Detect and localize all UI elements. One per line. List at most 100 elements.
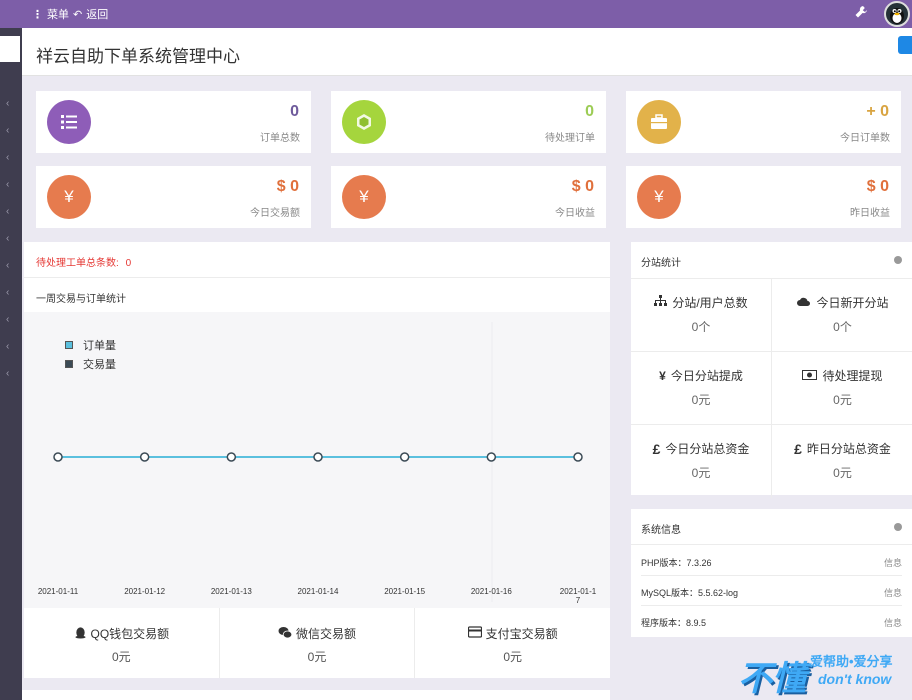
collapse-dot-icon[interactable] [894, 256, 902, 264]
data-point[interactable] [313, 452, 323, 462]
float-chat-icon[interactable] [898, 36, 912, 54]
yen-small-icon: ¥ [659, 368, 666, 383]
sidebar-chevron-icon[interactable]: ‹ [6, 368, 9, 379]
substation-value: 0元 [833, 466, 852, 480]
sidebar-chevron-icon[interactable]: ‹ [6, 125, 9, 136]
substation-label: 今日分站提成 [670, 369, 743, 383]
chart-area: 订单量 交易量 [24, 312, 610, 608]
sitemap-icon [654, 295, 668, 310]
qq-icon [74, 626, 87, 642]
pending-count: 0 [125, 258, 132, 269]
chart-title: 一周交易与订单统计 [36, 294, 126, 305]
main-panel: 待处理工单总条数: 0 一周交易与订单统计 订单量 交易量 QQ钱包交易额 0元微… [24, 242, 610, 678]
legend-swatch [65, 360, 73, 368]
stat-value: 0 [290, 103, 299, 120]
stat-label: 今日交易额 [250, 208, 300, 219]
payment-label: 支付宝交易额 [485, 627, 558, 641]
stat-card: ¥ $ 0 今日收益 [331, 166, 606, 228]
sysinfo-key: MySQL版本：5.5.62-log [641, 588, 739, 598]
sidebar-chevron-icon[interactable]: ‹ [6, 260, 9, 271]
top-bar: ⋮ 菜单 ↶ 返回 [0, 0, 912, 28]
collapse-dot-icon[interactable] [894, 523, 902, 531]
data-point[interactable] [226, 452, 237, 462]
stat-label: 昨日收益 [850, 208, 890, 219]
stat-value: $ 0 [276, 178, 299, 195]
sysinfo-info-link[interactable]: 信息 [884, 586, 902, 599]
x-tick-label: 2021-01-13 [210, 587, 252, 596]
sidebar-chevron-icon[interactable]: ‹ [6, 98, 9, 109]
payment-stat: 支付宝交易额 0元 [415, 608, 610, 678]
sidebar-chevron-icon[interactable]: ‹ [6, 287, 9, 298]
menu-button[interactable]: ⋮ 菜单 [32, 6, 69, 22]
stat-card: 0 订单总数 [36, 91, 311, 153]
stat-card: ¥ $ 0 今日交易额 [36, 166, 311, 228]
cloud-icon [796, 296, 811, 310]
stat-value: $ 0 [866, 178, 889, 195]
list-icon [47, 100, 91, 144]
payment-stat: 微信交易额 0元 [220, 608, 416, 678]
page-title: 祥云自助下单系统管理中心 [36, 47, 240, 66]
qq-penguin-avatar [890, 8, 904, 24]
substation-value: 0元 [691, 466, 711, 480]
menu-label: 菜单 [47, 9, 69, 21]
substation-stat: ¥ 今日分站提成 0元 [631, 352, 772, 425]
sidebar-search-box[interactable] [0, 36, 20, 62]
x-tick-label: 2021-01-16 [470, 587, 512, 596]
payment-stat: QQ钱包交易额 0元 [24, 608, 220, 678]
pending-label: 待处理工单总条数: [36, 258, 119, 269]
substation-value: 0个 [691, 320, 711, 334]
stat-card: ¥ $ 0 昨日收益 [626, 166, 901, 228]
page-header: 祥云自助下单系统管理中心 [22, 28, 912, 76]
sidebar-chevron-icon[interactable]: ‹ [6, 179, 9, 190]
payment-stats: QQ钱包交易额 0元 微信交易额 0元 支付宝交易额 0元 [24, 608, 610, 678]
x-tick-label: 2021-01-11 [37, 587, 79, 596]
data-point[interactable] [399, 452, 410, 462]
legend-label: 交易量 [83, 359, 116, 371]
legend-item: 订单量 [65, 337, 116, 353]
substation-stat: £ 昨日分站总资金 0元 [772, 425, 912, 498]
undo-icon: ↶ [73, 8, 83, 21]
user-avatar[interactable] [884, 1, 910, 27]
substation-label: 分站/用户总数 [672, 296, 748, 310]
data-point[interactable] [573, 452, 583, 462]
wrench-icon[interactable] [854, 5, 868, 19]
sysinfo-info-link[interactable]: 信息 [884, 556, 902, 569]
sidebar-chevron-icon[interactable]: ‹ [6, 233, 9, 244]
back-button[interactable]: ↶ 返回 [73, 6, 108, 22]
sidebar: ‹ ‹ ‹ ‹ ‹ ‹ ‹ ‹ ‹ ‹ ‹ [0, 28, 22, 700]
sidebar-chevron-icon[interactable]: ‹ [6, 152, 9, 163]
data-point[interactable] [139, 452, 150, 462]
stat-label: 今日订单数 [840, 133, 890, 144]
yen-icon: ¥ [342, 175, 386, 219]
stat-label: 今日收益 [555, 208, 595, 219]
stat-card: + 0 今日订单数 [626, 91, 901, 153]
sidebar-chevron-icon[interactable]: ‹ [6, 206, 9, 217]
yen-icon: ¥ [637, 175, 681, 219]
substation-title: 分站统计 [641, 258, 681, 269]
substation-stat: 今日新开分站 0个 [772, 279, 912, 352]
legend-label: 订单量 [83, 340, 116, 352]
substation-stat: 待处理提现 0元 [772, 352, 912, 425]
stat-value: + 0 [866, 103, 889, 120]
payment-value: 0元 [111, 650, 131, 664]
data-point[interactable] [486, 452, 497, 462]
hexagon-icon [342, 100, 386, 144]
sidebar-chevron-icon[interactable]: ‹ [6, 341, 9, 352]
watermark-logo: 不懂 爱帮助•爱分享 don't know [734, 645, 912, 700]
stat-value: 0 [585, 103, 594, 120]
sidebar-chevron-icon[interactable]: ‹ [6, 314, 9, 325]
sysinfo-key: PHP版本：7.3.26 [641, 558, 712, 568]
next-panel-edge [22, 690, 610, 700]
x-tick-label: 2021-01-15 [384, 587, 426, 596]
sysinfo-row: MySQL版本：5.5.62-log 信息 [641, 576, 902, 606]
pending-tickets: 待处理工单总条数: 0 [36, 254, 131, 269]
data-point[interactable] [53, 452, 63, 462]
watermark-small: 爱帮助•爱分享 [810, 654, 893, 669]
payment-label: QQ钱包交易额 [90, 627, 170, 641]
substation-panel: 分站统计 分站/用户总数 0个 今日新开分站 0个 ¥ 今日分站提成 0元 待处理提现 … [631, 242, 912, 498]
sysinfo-info-link[interactable]: 信息 [884, 616, 902, 629]
sysinfo-row: PHP版本：7.3.26 信息 [641, 546, 902, 576]
sysinfo-key: 程序版本：8.9.5 [641, 618, 707, 628]
pound-icon: £ [652, 440, 661, 457]
substation-label: 待处理提现 [822, 369, 883, 383]
